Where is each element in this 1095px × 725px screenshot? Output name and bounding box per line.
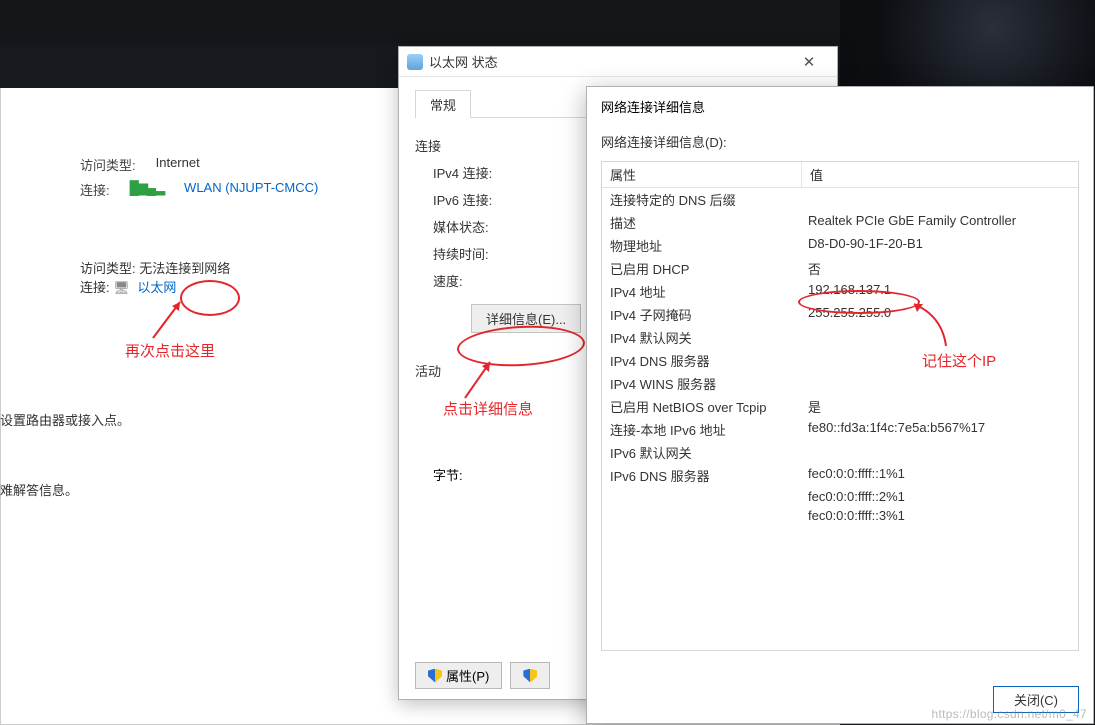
table-row[interactable]: 已启用 DHCP否 bbox=[602, 257, 1078, 280]
value-cell: 否 bbox=[802, 259, 827, 278]
access-type-value: Internet bbox=[156, 155, 200, 174]
value-cell: 255.255.255.0 bbox=[802, 305, 897, 324]
annotation-text-1: 再次点击这里 bbox=[125, 340, 215, 361]
property-cell: IPv4 默认网关 bbox=[602, 328, 802, 347]
property-cell bbox=[602, 489, 802, 504]
network-info-ethernet: 访问类型: 无法连接到网络 连接: 🖥 以太网 bbox=[80, 258, 230, 296]
access-type-label: 访问类型: bbox=[80, 261, 136, 276]
property-cell bbox=[602, 508, 802, 523]
property-cell: IPv4 地址 bbox=[602, 282, 802, 301]
column-property[interactable]: 属性 bbox=[602, 162, 802, 187]
table-row[interactable]: 描述Realtek PCIe GbE Family Controller bbox=[602, 211, 1078, 234]
access-type-label: 访问类型: bbox=[80, 155, 136, 174]
annotation-text-2: 点击详细信息 bbox=[443, 398, 533, 419]
property-cell: 连接-本地 IPv6 地址 bbox=[602, 420, 802, 439]
annotation-text-3: 记住这个IP bbox=[922, 350, 996, 371]
property-cell: 已启用 DHCP bbox=[602, 259, 802, 278]
connection-label: 连接: bbox=[80, 180, 110, 199]
table-row[interactable]: fec0:0:0:ffff::2%1 bbox=[602, 487, 1078, 506]
value-cell: 192.168.137.1 bbox=[802, 282, 897, 301]
value-cell: D8-D0-90-1F-20-B1 bbox=[802, 236, 929, 255]
table-row[interactable]: 连接-本地 IPv6 地址fe80::fd3a:1f4c:7e5a:b567%1… bbox=[602, 418, 1078, 441]
value-cell: fec0:0:0:ffff::1%1 bbox=[802, 466, 911, 485]
table-row[interactable]: IPv4 DNS 服务器 bbox=[602, 349, 1078, 372]
value-cell: Realtek PCIe GbE Family Controller bbox=[802, 213, 1022, 232]
value-cell: fec0:0:0:ffff::2%1 bbox=[802, 489, 911, 504]
value-cell: fec0:0:0:ffff::3%1 bbox=[802, 508, 911, 523]
value-cell bbox=[802, 374, 814, 393]
dialog-titlebar[interactable]: 以太网 状态 ✕ bbox=[399, 47, 837, 77]
watermark: https://blog.csdn.net/m0_47 bbox=[931, 707, 1087, 721]
ipv6-conn-label: IPv6 连接: bbox=[415, 190, 535, 209]
properties-button[interactable]: 属性(P) bbox=[415, 662, 502, 689]
secondary-button[interactable] bbox=[510, 662, 550, 689]
table-row[interactable]: IPv4 WINS 服务器 bbox=[602, 372, 1078, 395]
connection-details-dialog: 网络连接详细信息 网络连接详细信息(D): 属性 值 连接特定的 DNS 后缀描… bbox=[586, 86, 1094, 724]
speed-label: 速度: bbox=[415, 271, 535, 290]
tab-general[interactable]: 常规 bbox=[415, 90, 471, 118]
adapter-icon bbox=[407, 54, 423, 70]
value-cell bbox=[802, 443, 814, 462]
details-caption: 网络连接详细信息(D): bbox=[601, 132, 1079, 151]
close-icon[interactable]: ✕ bbox=[789, 53, 829, 71]
property-cell: IPv6 默认网关 bbox=[602, 443, 802, 462]
details-button[interactable]: 详细信息(E)... bbox=[471, 304, 581, 333]
property-cell: 已启用 NetBIOS over Tcpip bbox=[602, 397, 802, 416]
network-info-wlan: 访问类型: Internet 连接: █▆▄▂ WLAN (NJUPT-CMCC… bbox=[80, 155, 318, 205]
wifi-signal-icon: █▆▄▂ bbox=[130, 180, 164, 199]
wlan-connection-link[interactable]: WLAN (NJUPT-CMCC) bbox=[184, 180, 318, 199]
properties-button-label: 属性(P) bbox=[446, 666, 489, 685]
property-cell: 连接特定的 DNS 后缀 bbox=[602, 190, 802, 209]
column-value[interactable]: 值 bbox=[802, 162, 831, 187]
details-rows: 连接特定的 DNS 后缀描述Realtek PCIe GbE Family Co… bbox=[602, 188, 1078, 525]
table-row[interactable]: IPv6 默认网关 bbox=[602, 441, 1078, 464]
property-cell: IPv4 DNS 服务器 bbox=[602, 351, 802, 370]
property-cell: IPv4 子网掩码 bbox=[602, 305, 802, 324]
value-cell bbox=[802, 190, 814, 209]
table-row[interactable]: 物理地址D8-D0-90-1F-20-B1 bbox=[602, 234, 1078, 257]
ipv4-conn-label: IPv4 连接: bbox=[415, 163, 535, 182]
property-cell: IPv6 DNS 服务器 bbox=[602, 466, 802, 485]
ethernet-icon: 🖥 bbox=[113, 280, 130, 295]
table-row[interactable]: IPv4 子网掩码255.255.255.0 bbox=[602, 303, 1078, 326]
shield-icon bbox=[523, 669, 537, 683]
media-label: 媒体状态: bbox=[415, 217, 535, 236]
table-row[interactable]: 连接特定的 DNS 后缀 bbox=[602, 188, 1078, 211]
value-cell bbox=[802, 328, 814, 347]
table-row[interactable]: IPv6 DNS 服务器fec0:0:0:ffff::1%1 bbox=[602, 464, 1078, 487]
bytes-label: 字节: bbox=[433, 465, 463, 484]
value-cell: 是 bbox=[802, 397, 827, 416]
property-cell: 描述 bbox=[602, 213, 802, 232]
ethernet-connection-link[interactable]: 以太网 bbox=[137, 280, 176, 295]
property-cell: 物理地址 bbox=[602, 236, 802, 255]
table-row[interactable]: IPv4 地址192.168.137.1 bbox=[602, 280, 1078, 303]
table-row[interactable]: IPv4 默认网关 bbox=[602, 326, 1078, 349]
connection-label: 连接: bbox=[80, 280, 110, 295]
background-strip bbox=[840, 0, 1095, 90]
table-row[interactable]: fec0:0:0:ffff::3%1 bbox=[602, 506, 1078, 525]
duration-label: 持续时间: bbox=[415, 244, 535, 263]
help-text-1: 设置路由器或接入点。 bbox=[0, 410, 130, 429]
details-dialog-title: 网络连接详细信息 bbox=[587, 87, 1093, 116]
value-cell: fe80::fd3a:1f4c:7e5a:b567%17 bbox=[802, 420, 991, 439]
value-cell bbox=[802, 351, 814, 370]
dialog-title: 以太网 状态 bbox=[429, 52, 789, 71]
shield-icon bbox=[428, 669, 442, 683]
table-row[interactable]: 已启用 NetBIOS over Tcpip是 bbox=[602, 395, 1078, 418]
property-cell: IPv4 WINS 服务器 bbox=[602, 374, 802, 393]
access-type-value: 无法连接到网络 bbox=[139, 261, 230, 276]
details-table: 属性 值 连接特定的 DNS 后缀描述Realtek PCIe GbE Fami… bbox=[601, 161, 1079, 651]
help-text-2: 难解答信息。 bbox=[0, 480, 78, 499]
